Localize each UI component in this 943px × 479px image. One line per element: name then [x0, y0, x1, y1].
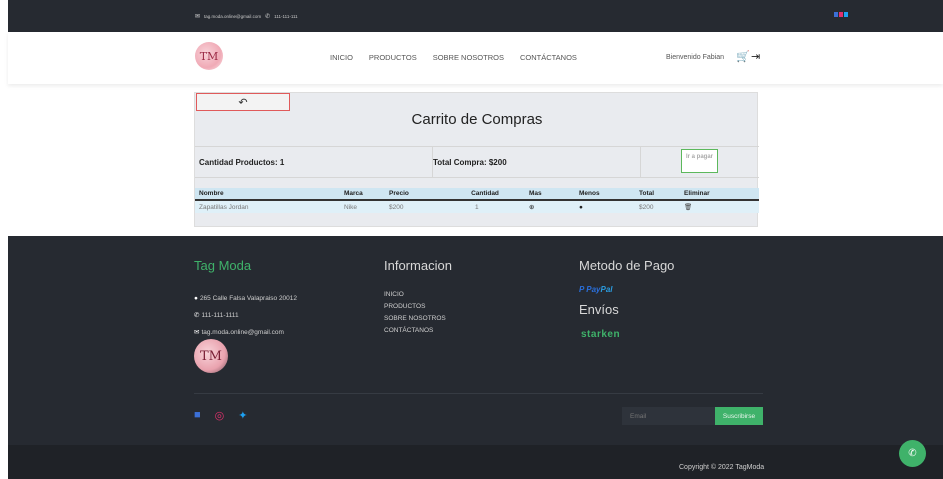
cart-icon[interactable]: 🛒 — [736, 50, 750, 63]
payment-title: Metodo de Pago — [579, 258, 675, 273]
info-title: Informacion — [384, 258, 452, 273]
cell-nombre: Zapatillas Jordan — [195, 200, 340, 213]
cell-marca: Nike — [340, 200, 385, 213]
cart-summary: Cantidad Productos: 1 Total Compra: $200… — [195, 146, 759, 178]
instagram-icon[interactable]: ◎ — [215, 409, 225, 422]
whatsapp-button[interactable]: ✆ — [899, 440, 926, 467]
col-cantidad: Cantidad — [445, 188, 525, 201]
footer-link-inicio[interactable]: INICIO — [384, 289, 446, 301]
pay-button[interactable]: Ir a pagar — [681, 149, 718, 173]
cell-eliminar: 🗑 — [680, 200, 759, 213]
logo[interactable]: TM — [195, 42, 223, 70]
nav-contactanos[interactable]: CONTÁCTANOS — [520, 53, 577, 62]
col-mas: Mas — [525, 188, 575, 201]
copyright-text: Copyright © 2022 TagModa — [679, 464, 765, 471]
facebook-icon[interactable] — [834, 12, 838, 17]
logo-text: TM — [199, 49, 219, 63]
copyright-bar: Copyright © 2022 TagModa — [8, 445, 943, 479]
nav-sobre-nosotros[interactable]: SOBRE NOSOTROS — [433, 53, 504, 62]
footer-logo: TM — [194, 339, 228, 373]
footer-address-row: ● 265 Calle Falsa Valapraiso 20012 — [194, 290, 297, 307]
footer-divider — [194, 393, 763, 394]
footer-link-productos[interactable]: PRODUCTOS — [384, 301, 446, 313]
total-label: Total Compra: $200 — [433, 157, 507, 167]
back-button[interactable]: ↶ — [196, 93, 290, 111]
footer-social: ■ ◎ ✦ — [194, 409, 247, 422]
minus-circle-icon[interactable]: ● — [579, 204, 583, 211]
starken-logo: starken — [581, 329, 621, 340]
cell-precio: $200 — [385, 200, 445, 213]
main-nav: INICIO PRODUCTOS SOBRE NOSOTROS CONTÁCTA… — [330, 53, 577, 62]
col-nombre: Nombre — [195, 188, 340, 201]
cell-total: $200 — [635, 200, 680, 213]
paypal-text-b: Pal — [600, 285, 613, 294]
cell-menos: ● — [575, 200, 635, 213]
cell-mas: ⊕ — [525, 200, 575, 213]
footer-contact: ● 265 Calle Falsa Valapraiso 20012 ✆ 111-1… — [194, 290, 297, 341]
footer-phone: 111-111-1111 — [201, 312, 239, 319]
cart-table: Nombre Marca Precio Cantidad Mas Menos T… — [195, 188, 759, 213]
plus-circle-icon[interactable]: ⊕ — [529, 204, 534, 211]
footer-email: tag.moda.online@gmail.com — [201, 329, 284, 336]
pay-cell: Ir a pagar — [641, 147, 759, 177]
col-menos: Menos — [575, 188, 635, 201]
nav-inicio[interactable]: INICIO — [330, 53, 353, 62]
subscribe-button[interactable]: Suscribirse — [715, 407, 763, 425]
footer-link-sobre-nosotros[interactable]: SOBRE NOSOTROS — [384, 313, 446, 325]
quantity-summary: Cantidad Productos: 1 — [195, 147, 433, 177]
top-phone: 111-111-111 — [274, 14, 298, 19]
cart-panel: ↶ Carrito de Compras Cantidad Productos:… — [194, 92, 759, 227]
trash-icon[interactable]: 🗑 — [684, 204, 692, 211]
top-email: tag.moda.online@gmail.com — [204, 14, 262, 19]
col-total: Total — [635, 188, 680, 201]
col-eliminar: Eliminar — [680, 188, 759, 201]
table-row: Zapatillas Jordan Nike $200 1 ⊕ ● $200 🗑 — [195, 200, 759, 213]
header: TM INICIO PRODUCTOS SOBRE NOSOTROS CONTÁ… — [8, 32, 943, 84]
facebook-icon[interactable]: ■ — [194, 409, 201, 422]
cell-cantidad: 1 — [445, 200, 525, 213]
table-header: Nombre Marca Precio Cantidad Mas Menos T… — [195, 188, 759, 201]
col-precio: Precio — [385, 188, 445, 201]
footer: Tag Moda ● 265 Calle Falsa Valapraiso 200… — [8, 236, 943, 445]
col-marca: Marca — [340, 188, 385, 201]
logout-icon[interactable]: ⇥ — [751, 50, 760, 63]
shipping-title: Envíos — [579, 302, 619, 317]
welcome-text: Bienvenido Fabian — [666, 54, 724, 61]
footer-logo-text: TM — [200, 348, 222, 364]
email-field[interactable] — [622, 407, 715, 425]
cart-title: Carrito de Compras — [411, 111, 543, 128]
paypal-logo: P PayPal — [579, 285, 613, 294]
instagram-icon[interactable] — [839, 12, 843, 17]
top-bar: ✉ tag.moda.online@gmail.com ✆ 111-111-11… — [8, 0, 943, 32]
phone-icon: ✆ — [194, 312, 200, 319]
whatsapp-icon: ✆ — [908, 448, 917, 459]
twitter-icon[interactable]: ✦ — [238, 409, 247, 422]
footer-address: 265 Calle Falsa Valapraiso 20012 — [199, 295, 298, 302]
footer-phone-row: ✆ 111-111-1111 — [194, 307, 297, 324]
top-social — [834, 12, 848, 17]
envelope-icon: ✉ — [195, 14, 201, 20]
paypal-text-a: Pay — [586, 285, 601, 294]
undo-icon: ↶ — [238, 96, 248, 109]
footer-links: INICIO PRODUCTOS SOBRE NOSOTROS CONTÁCTA… — [384, 289, 446, 337]
map-pin-icon: ● — [194, 295, 198, 302]
total-summary: Total Compra: $200 — [433, 147, 641, 177]
nav-productos[interactable]: PRODUCTOS — [369, 53, 417, 62]
envelope-icon: ✉ — [194, 329, 200, 336]
top-contact: ✉ tag.moda.online@gmail.com ✆ 111-111-11… — [195, 13, 298, 20]
twitter-icon[interactable] — [844, 12, 848, 17]
footer-link-contactanos[interactable]: CONTÁCTANOS — [384, 325, 446, 337]
footer-brand: Tag Moda — [194, 258, 252, 273]
phone-icon: ✆ — [265, 14, 271, 20]
